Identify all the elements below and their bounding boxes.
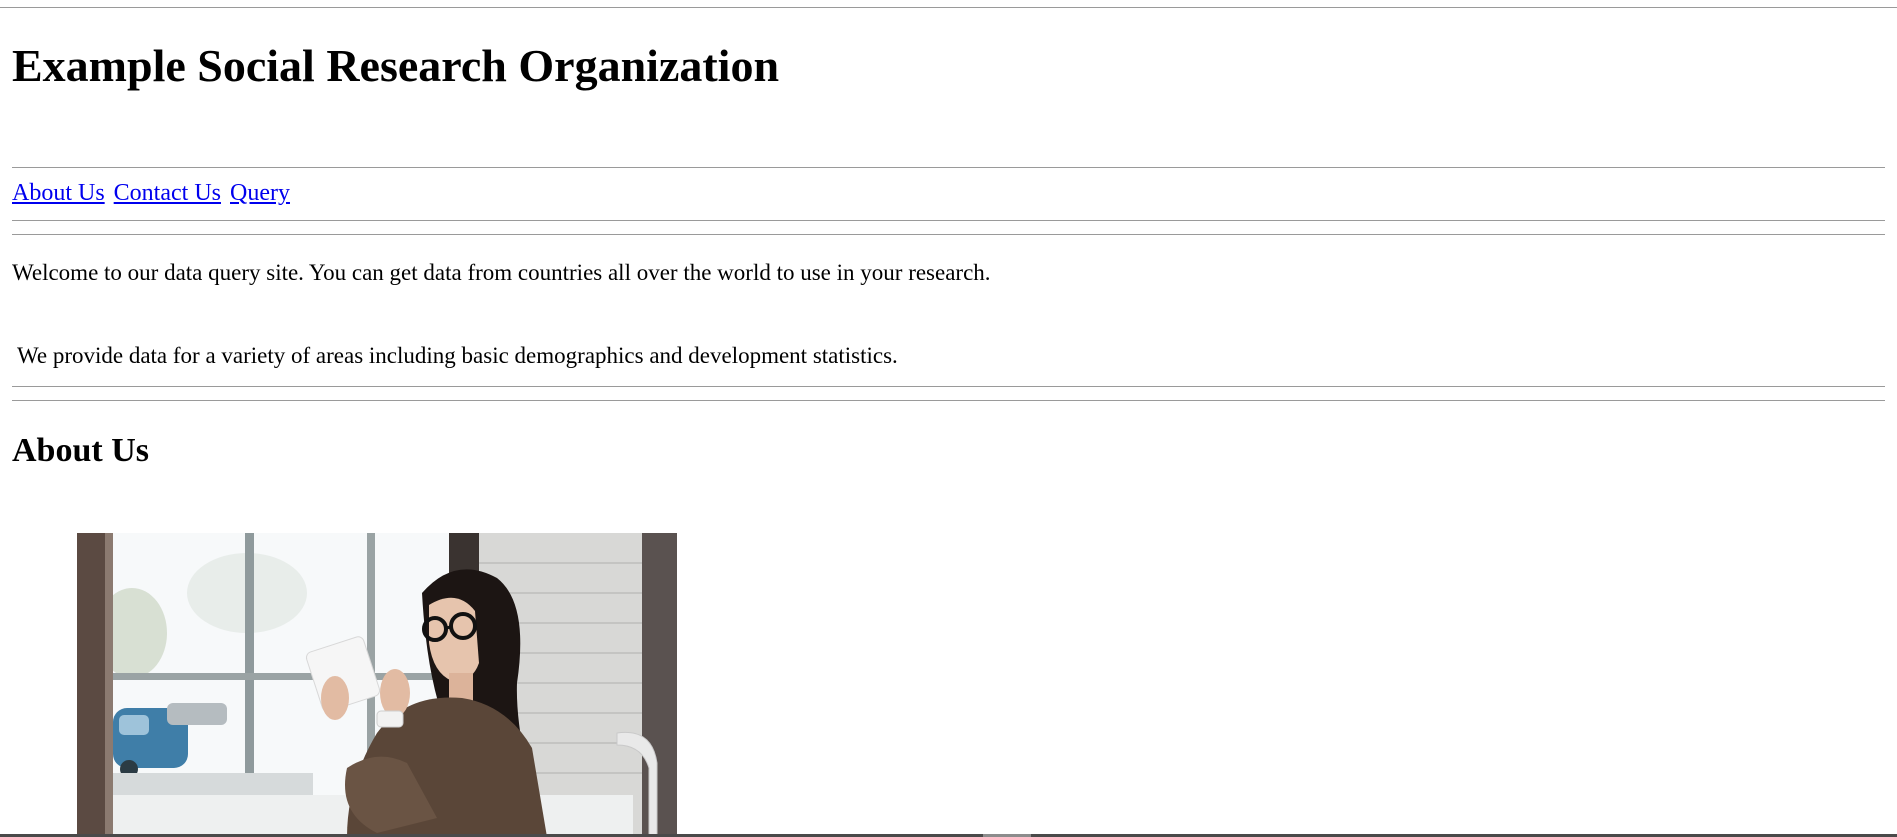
intro-welcome-text: Welcome to our data query site. You can …: [12, 260, 991, 285]
about-us-heading: About Us: [12, 432, 149, 469]
nav-divider-bottom: [12, 220, 1885, 221]
intro-divider-top: [12, 234, 1885, 235]
page: Example Social Research Organization Abo…: [0, 0, 1897, 837]
site-title: Example Social Research Organization: [12, 40, 780, 91]
intro-divider-bottom: [12, 386, 1885, 387]
photo-woman-with-tablet-icon: [77, 533, 677, 837]
top-divider: [0, 7, 1897, 8]
intro-provide-text: We provide data for a variety of areas i…: [17, 343, 898, 368]
nav-link-query[interactable]: Query: [230, 180, 290, 206]
nav-divider-top: [12, 167, 1885, 168]
about-us-photo: [77, 533, 677, 837]
main-nav: About Us Contact Us Query: [12, 179, 293, 208]
nav-link-contact-us[interactable]: Contact Us: [114, 180, 221, 206]
nav-link-about-us[interactable]: About Us: [12, 180, 105, 206]
about-divider-top: [12, 400, 1885, 401]
